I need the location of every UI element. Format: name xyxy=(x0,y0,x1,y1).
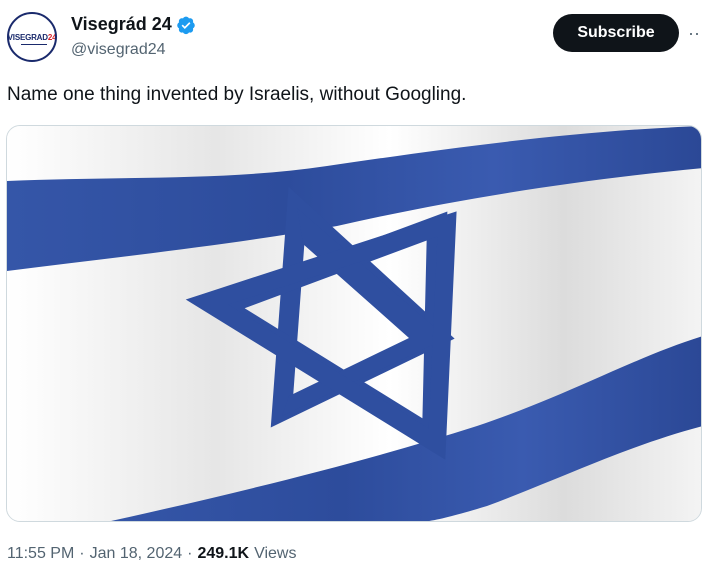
avatar[interactable]: VISEGRAD24 xyxy=(7,12,57,62)
display-name[interactable]: Visegrád 24 xyxy=(71,14,172,35)
avatar-logo-text: VISEGRAD24 xyxy=(7,32,57,42)
meta-separator: · xyxy=(79,545,85,562)
more-options-icon[interactable]: ·· xyxy=(688,20,702,46)
author-name-row[interactable]: Visegrád 24 xyxy=(71,14,196,35)
avatar-underline xyxy=(21,44,47,45)
verified-badge-icon xyxy=(176,16,195,34)
subscribe-button[interactable]: Subscribe xyxy=(553,14,679,52)
tweet-time[interactable]: 11:55 PM xyxy=(7,545,74,563)
author-handle[interactable]: @visegrad24 xyxy=(71,41,166,59)
views-count: 249.1K xyxy=(197,545,250,562)
israeli-flag-icon xyxy=(7,126,701,521)
tweet-media-image[interactable] xyxy=(6,125,702,522)
meta-separator: · xyxy=(187,545,193,562)
tweet-date[interactable]: Jan 18, 2024 xyxy=(90,545,183,563)
tweet-text: Name one thing invented by Israelis, wit… xyxy=(7,84,467,105)
tweet-meta: 11:55 PM · Jan 18, 2024 · 249.1K Views xyxy=(7,545,296,563)
views-label: Views xyxy=(254,545,297,562)
